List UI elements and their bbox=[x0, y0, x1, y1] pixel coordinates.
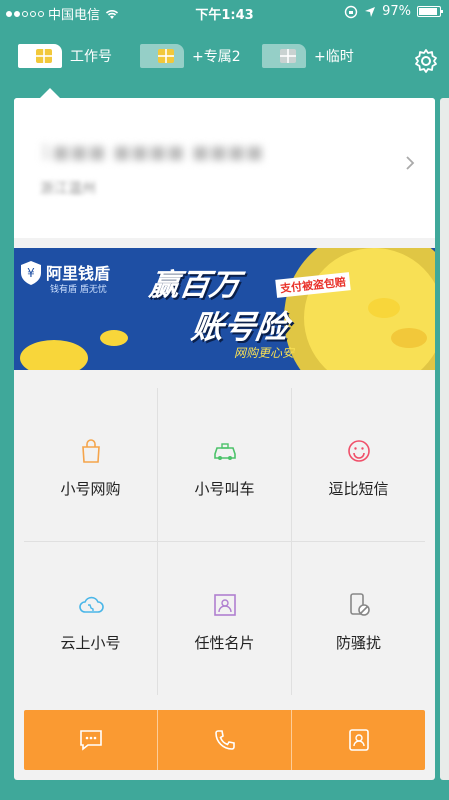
account-number: 1■■■ ■■■■ ■■■■ bbox=[40, 142, 264, 163]
banner-headline-1: 赢百万 bbox=[147, 268, 242, 303]
banner-brand-sub: 钱有盾 盾无忧 bbox=[50, 285, 107, 295]
block-phone-icon bbox=[349, 593, 370, 616]
tab-pointer bbox=[40, 88, 60, 98]
rotation-lock-icon bbox=[344, 5, 358, 18]
message-icon bbox=[79, 730, 102, 751]
tab-label: +临时 bbox=[314, 49, 354, 65]
account-location: 浙江温州 bbox=[40, 181, 96, 197]
phone-icon bbox=[214, 730, 235, 750]
bottom-action-bar bbox=[24, 710, 425, 770]
feature-business-card[interactable]: 任性名片 bbox=[158, 542, 291, 695]
contacts-icon bbox=[348, 729, 369, 751]
feature-anti-harassment[interactable]: 防骚扰 bbox=[292, 542, 425, 695]
coin-icon bbox=[20, 330, 128, 370]
status-right: 97% bbox=[344, 4, 443, 19]
banner-tagline: 网购更心安 bbox=[234, 346, 295, 360]
feature-label: 防骚扰 bbox=[335, 634, 381, 652]
chevron-right-icon bbox=[406, 156, 415, 170]
battery-percent: 97% bbox=[382, 4, 411, 19]
contact-card-icon bbox=[213, 594, 236, 616]
feature-taxi[interactable]: 小号叫车 bbox=[158, 388, 291, 541]
feature-sms[interactable]: 逗比短信 bbox=[292, 388, 425, 541]
message-button[interactable] bbox=[24, 710, 157, 770]
cloud-phone-icon bbox=[78, 596, 104, 613]
feature-grid: 小号网购 小号叫车 逗比短信 云上小号 任性名片 防骚扰 bbox=[24, 388, 425, 695]
tab-label: +专属2 bbox=[192, 49, 241, 65]
tab-work-number[interactable]: 工作号 bbox=[18, 44, 112, 68]
promo-banner[interactable]: ¥ 阿里钱盾 钱有盾 盾无忧 赢百万 支付被盗包赔 账号险 网购更心安 bbox=[14, 248, 435, 370]
feature-cloud-number[interactable]: 云上小号 bbox=[24, 542, 157, 695]
smiley-icon bbox=[347, 440, 370, 462]
main-card: 1■■■ ■■■■ ■■■■ 浙江温州 ¥ 阿里钱盾 钱有盾 盾无忧 赢百万 支… bbox=[14, 98, 435, 780]
feature-shopping[interactable]: 小号网购 bbox=[24, 388, 157, 541]
contacts-button[interactable] bbox=[292, 710, 425, 770]
sim-tabs: 工作号 +专属2 +临时 bbox=[18, 44, 439, 78]
car-icon bbox=[213, 443, 236, 460]
banner-brand: 阿里钱盾 bbox=[46, 264, 111, 283]
sim-card-icon bbox=[262, 44, 306, 68]
location-icon bbox=[365, 6, 376, 17]
feature-label: 小号叫车 bbox=[194, 480, 255, 498]
sim-card-icon bbox=[18, 44, 62, 68]
battery-icon bbox=[417, 6, 443, 17]
tab-temporary[interactable]: +临时 bbox=[262, 44, 354, 68]
banner-headline-2: 账号险 bbox=[189, 308, 291, 346]
next-card-peek bbox=[440, 98, 449, 780]
feature-label: 任性名片 bbox=[194, 634, 255, 652]
call-button[interactable] bbox=[158, 710, 291, 770]
feature-label: 小号网购 bbox=[60, 480, 121, 498]
shopping-bag-icon bbox=[81, 439, 100, 463]
feature-label: 云上小号 bbox=[60, 634, 121, 652]
tab-label: 工作号 bbox=[70, 49, 112, 65]
tab-exclusive-2[interactable]: +专属2 bbox=[140, 44, 241, 68]
shield-icon: ¥ bbox=[21, 261, 41, 285]
coin-icon bbox=[368, 298, 427, 348]
status-bar: 中国电信 下午1:43 97% bbox=[0, 0, 449, 24]
feature-label: 逗比短信 bbox=[328, 480, 389, 498]
account-info[interactable]: 1■■■ ■■■■ ■■■■ 浙江温州 bbox=[14, 98, 435, 238]
svg-text:¥: ¥ bbox=[27, 266, 35, 280]
sim-card-icon bbox=[140, 44, 184, 68]
gear-icon[interactable] bbox=[413, 48, 439, 74]
